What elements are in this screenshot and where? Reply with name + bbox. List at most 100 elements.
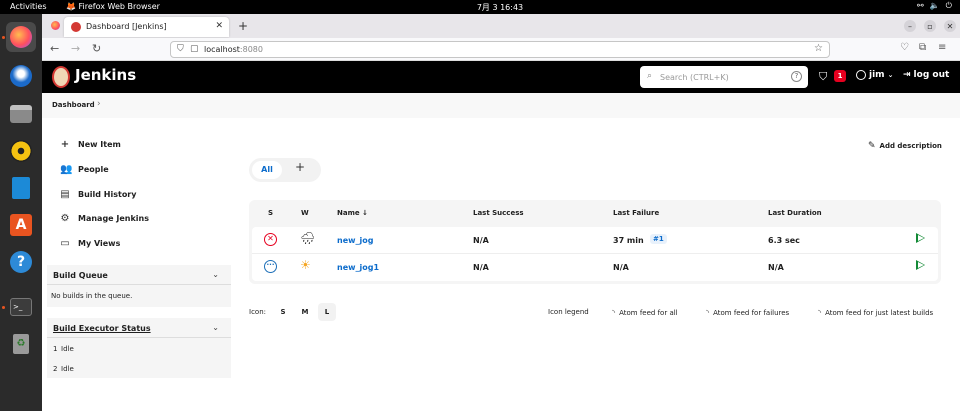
dock-thunderbird[interactable]: [6, 61, 36, 91]
security-shield-icon[interactable]: ⛉: [819, 70, 827, 84]
sidebar-item-my-views[interactable]: ▭ My Views: [60, 235, 120, 251]
column-header-last-success[interactable]: Last Success: [473, 209, 524, 217]
job-link[interactable]: new_jog1: [337, 263, 379, 272]
executor-state: Idle: [61, 365, 74, 373]
column-header-name[interactable]: Name ↓: [337, 209, 368, 217]
app-name: Firefox Web Browser: [78, 2, 160, 11]
people-icon: 👥: [60, 163, 73, 175]
extensions-icon[interactable]: ⧉: [919, 42, 926, 53]
minimize-button[interactable]: –: [904, 20, 916, 32]
sunny-icon[interactable]: ☀: [300, 258, 311, 272]
icon-legend-label: Icon legend: [548, 308, 589, 316]
bookmark-star-icon[interactable]: ☆: [814, 43, 823, 54]
url-text[interactable]: localhost:8080: [204, 45, 263, 54]
sidebar-item-people[interactable]: 👥 People: [60, 161, 109, 177]
column-header-weather[interactable]: W: [301, 209, 309, 217]
sidebar-item-label: New Item: [78, 139, 121, 149]
browser-tab-dashboard[interactable]: Dashboard [Jenkins] ✕: [64, 17, 229, 37]
search-help-icon[interactable]: ?: [791, 71, 802, 82]
atom-feed-failures-link[interactable]: ◝ Atom feed for failures: [706, 308, 789, 317]
build-number-link[interactable]: #1: [650, 234, 667, 244]
app-menu[interactable]: 🦊 Firefox Web Browser: [66, 2, 160, 11]
executor-status-title[interactable]: Build Executor Status: [53, 324, 151, 333]
user-icon: [856, 70, 866, 80]
network-icon: ⚯: [917, 1, 924, 10]
new-view-button[interactable]: +: [295, 160, 305, 174]
pencil-icon: ✎: [868, 141, 876, 151]
add-description-button[interactable]: ✎ Add description: [868, 141, 942, 151]
system-tray[interactable]: ⚯ 🔈 ⏻: [917, 1, 952, 11]
terminal-icon: >_: [10, 298, 32, 316]
back-icon[interactable]: ←: [50, 42, 59, 55]
breadcrumb-dashboard[interactable]: Dashboard: [52, 101, 95, 109]
table-row: ··· ☀ new_jog1 N/A N/A N/A: [252, 254, 938, 281]
dock-software[interactable]: A: [6, 210, 36, 240]
maximize-button[interactable]: ▫: [924, 20, 936, 32]
dock-trash[interactable]: ♻: [6, 329, 36, 359]
dock-rhythmbox[interactable]: [6, 136, 36, 166]
sidebar-item-manage-jenkins[interactable]: ⚙ Manage Jenkins: [60, 210, 150, 226]
jenkins-title[interactable]: Jenkins: [75, 66, 136, 84]
search-box[interactable]: ⌕ ?: [640, 66, 808, 88]
dock-writer[interactable]: [6, 173, 36, 203]
build-queue-panel: Build Queue ⌄ No builds in the queue.: [47, 265, 231, 307]
last-success: N/A: [473, 263, 489, 272]
firefox-view-icon[interactable]: [51, 21, 60, 30]
executor-status-header[interactable]: Build Executor Status ⌄: [47, 318, 231, 338]
tab-all[interactable]: All: [252, 161, 282, 179]
schedule-build-icon[interactable]: [916, 233, 925, 243]
chevron-right-icon[interactable]: ›: [97, 99, 101, 109]
job-link[interactable]: new_jog: [337, 236, 373, 245]
search-input[interactable]: [660, 70, 785, 84]
icon-size-s[interactable]: S: [274, 303, 292, 321]
forward-icon[interactable]: →: [71, 42, 80, 55]
icon-legend-link[interactable]: Icon legend: [548, 308, 589, 316]
clock[interactable]: 7月 3 16:43: [470, 2, 530, 13]
atom-feed-latest-link[interactable]: ◝ Atom feed for just latest builds: [818, 308, 933, 317]
rss-icon: ◝: [612, 308, 616, 317]
reload-icon[interactable]: ↻: [92, 42, 101, 55]
url-bar[interactable]: ⛉ ▢ localhost:8080 ☆: [170, 41, 830, 58]
view-tabs: All +: [249, 158, 321, 182]
icon-size-m[interactable]: M: [296, 303, 314, 321]
software-store-icon: A: [10, 214, 32, 236]
status-not-built-icon[interactable]: ···: [264, 260, 277, 273]
sidebar-item-new-item[interactable]: + New Item: [60, 136, 121, 152]
column-header-last-failure[interactable]: Last Failure: [613, 209, 659, 217]
status-failed-icon[interactable]: ✕: [264, 233, 277, 246]
sidebar-item-build-history[interactable]: ▤ Build History: [60, 186, 136, 202]
site-info-icon[interactable]: ▢: [190, 44, 199, 54]
chevron-down-icon[interactable]: ⌄: [212, 323, 219, 332]
user-menu[interactable]: jim ⌄: [856, 70, 893, 80]
close-window-button[interactable]: ✕: [944, 20, 956, 32]
atom-feed-all-link[interactable]: ◝ Atom feed for all: [612, 308, 678, 317]
build-queue-empty: No builds in the queue.: [51, 292, 133, 300]
chevron-down-icon[interactable]: ⌄: [212, 270, 219, 279]
new-tab-button[interactable]: +: [238, 19, 248, 33]
pocket-icon[interactable]: ♡: [900, 42, 909, 53]
column-header-last-duration[interactable]: Last Duration: [768, 209, 822, 217]
executor-number: 1: [53, 345, 58, 353]
activities-button[interactable]: Activities: [10, 2, 47, 11]
cloudy-rain-icon[interactable]: 🌧: [300, 231, 315, 245]
build-queue-header[interactable]: Build Queue ⌄: [47, 265, 231, 285]
trash-icon: ♻: [13, 334, 29, 354]
menu-icon[interactable]: ≡: [938, 42, 946, 53]
dock-files[interactable]: [6, 99, 36, 129]
schedule-build-icon[interactable]: [916, 260, 925, 270]
column-header-status[interactable]: S: [268, 209, 273, 217]
security-badge[interactable]: 1: [834, 70, 846, 82]
dock-terminal[interactable]: >_: [6, 292, 36, 322]
dock-help[interactable]: ?: [6, 247, 36, 277]
jobs-table: S W Name ↓ Last Success Last Failure Las…: [249, 200, 941, 284]
tab-close-icon[interactable]: ✕: [215, 21, 223, 31]
tracking-shield-icon[interactable]: ⛉: [177, 44, 184, 54]
executor-state: Idle: [61, 345, 74, 353]
dock-firefox[interactable]: [6, 22, 36, 52]
jenkins-logo-icon[interactable]: [52, 66, 70, 88]
firefox-icon: [10, 26, 32, 48]
history-icon: ▤: [60, 188, 70, 200]
browser-nav-bar: ← → ↻ ⛉ ▢ localhost:8080 ☆ ♡ ⧉ ≡: [42, 38, 960, 61]
icon-size-l[interactable]: L: [318, 303, 336, 321]
logout-link[interactable]: ⇥ log out: [903, 70, 949, 80]
